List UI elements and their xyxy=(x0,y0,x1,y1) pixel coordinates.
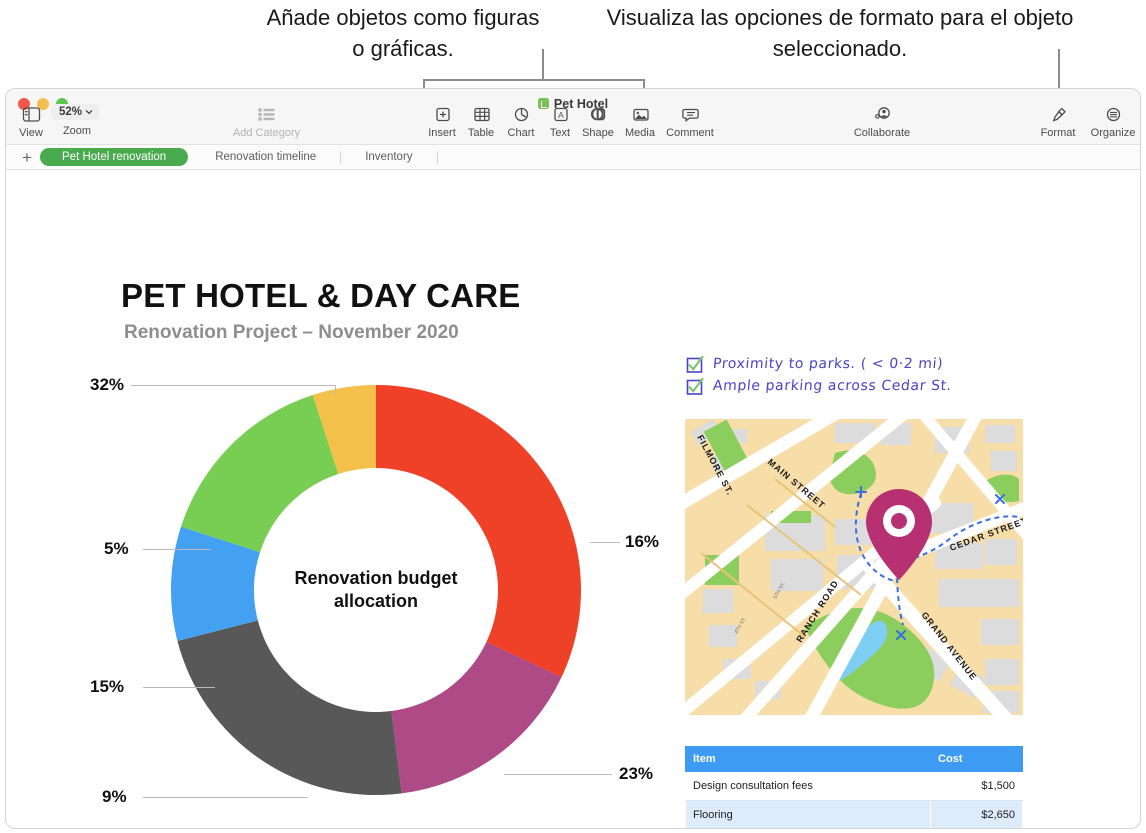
format-button[interactable]: Format xyxy=(1028,106,1088,139)
pct-label-15: 15% xyxy=(90,677,125,696)
donut-slice-cabinetry[interactable] xyxy=(376,385,581,678)
pct-leader-23 xyxy=(504,774,612,775)
organize-icon xyxy=(1081,106,1140,125)
spreadsheet-canvas[interactable]: PET HOTEL & DAY CARE Renovation Project … xyxy=(6,170,1140,828)
pct-leader-5 xyxy=(143,549,211,550)
screenshot-root: Añade objetos como figuras o gráficas. V… xyxy=(0,0,1146,833)
donut-slice-flooring[interactable] xyxy=(181,395,339,553)
paintbrush-icon xyxy=(1028,106,1088,125)
collaborate-label: Collaborate xyxy=(853,127,911,139)
map-image[interactable]: FILMORE ST. MAIN STREET CEDAR STREET RAN… xyxy=(685,419,1023,715)
tab-separator xyxy=(340,150,342,164)
callout-left-stem xyxy=(542,49,544,81)
donut-center-line1: Renovation budget xyxy=(294,568,458,588)
comment-icon xyxy=(660,106,720,125)
cell-item[interactable]: Flooring xyxy=(685,800,931,828)
donut-slice-labor[interactable] xyxy=(177,620,402,795)
collaborate-button[interactable]: Collaborate xyxy=(842,106,922,139)
cell-cost[interactable]: $2,650 xyxy=(930,800,1023,828)
svg-text:A: A xyxy=(558,110,564,120)
sheet-tab-renovation-timeline[interactable]: Renovation timeline xyxy=(193,148,338,166)
checklist-label: Ample parking across Cedar St. xyxy=(712,378,953,394)
callout-left-bracket xyxy=(423,79,645,81)
add-sheet-button[interactable]: + xyxy=(14,149,40,166)
zoom-label: Zoom xyxy=(62,125,92,137)
table-body: Design consultation fees $1,500 Flooring… xyxy=(685,771,1023,828)
cost-table[interactable]: Item Cost Design consultation fees $1,50… xyxy=(685,746,1023,828)
cell-item[interactable]: Design consultation fees xyxy=(685,771,931,801)
add-category-button[interactable]: Add Category xyxy=(224,106,309,139)
sheet-tab-pet-hotel-renovation[interactable]: Pet Hotel renovation xyxy=(40,148,189,166)
numbers-window: Pet Hotel View 52% Zoom Add Category Ins… xyxy=(5,88,1141,829)
pct-label-9: 9% xyxy=(102,787,127,806)
comment-button[interactable]: Comment xyxy=(660,106,720,139)
handwritten-checklist: Proximity to parks. ( < 0·2 mi) Ample pa… xyxy=(686,355,1036,400)
page-title: PET HOTEL & DAY CARE xyxy=(121,277,521,314)
pct-label-32: 32% xyxy=(90,375,125,394)
pct-leader-32-tick xyxy=(335,385,336,395)
format-label: Format xyxy=(1040,127,1076,139)
callout-left-text: Añade objetos como figuras o gráficas. xyxy=(266,5,540,61)
organize-label: Organize xyxy=(1090,127,1136,139)
column-header-item[interactable]: Item xyxy=(685,746,931,772)
pct-leader-15 xyxy=(143,687,215,688)
checklist-row: Proximity to parks. ( < 0·2 mi) xyxy=(686,355,1036,374)
donut-center-label: Renovation budget allocation xyxy=(271,567,481,613)
column-header-cost[interactable]: Cost xyxy=(930,746,1023,772)
add-category-icon xyxy=(224,106,309,125)
checklist-label: Proximity to parks. ( < 0·2 mi) xyxy=(712,356,944,372)
table-row[interactable]: Flooring $2,650 xyxy=(685,800,1023,828)
table-head: Item Cost xyxy=(685,746,1023,772)
checkbox-checked-icon xyxy=(686,355,704,374)
sheet-tab-inventory[interactable]: Inventory xyxy=(343,148,434,166)
page-subtitle: Renovation Project – November 2020 xyxy=(124,322,459,343)
window-titlebar: Pet Hotel View 52% Zoom Add Category Ins… xyxy=(6,89,1140,145)
tab-separator xyxy=(436,150,438,164)
pct-label-5: 5% xyxy=(104,539,129,558)
collaborate-icon xyxy=(842,106,922,125)
map-svg: FILMORE ST. MAIN STREET CEDAR STREET RAN… xyxy=(685,419,1023,715)
donut-chart[interactable]: Renovation budget allocation xyxy=(156,370,596,810)
comment-label: Comment xyxy=(666,127,714,139)
table-header-row: Item Cost xyxy=(685,746,1023,772)
callout-right-text: Visualiza las opciones de formato para e… xyxy=(606,5,1074,61)
pct-leader-32 xyxy=(131,385,336,386)
table-row[interactable]: Design consultation fees $1,500 xyxy=(685,771,1023,801)
cell-cost[interactable]: $1,500 xyxy=(930,771,1023,801)
pct-label-16: 16% xyxy=(625,532,660,551)
chevron-down-icon xyxy=(85,109,93,115)
sheet-tab-bar: + Pet Hotel renovation Renovation timeli… xyxy=(6,145,1140,170)
zoom-select[interactable]: 52% xyxy=(51,104,101,120)
donut-center-line2: allocation xyxy=(333,591,418,611)
zoom-value: 52% xyxy=(59,106,83,118)
checklist-row: Ample parking across Cedar St. xyxy=(686,377,1036,396)
checkbox-checked-icon xyxy=(686,377,704,396)
pct-label-23: 23% xyxy=(619,764,654,783)
pct-leader-9 xyxy=(143,797,308,798)
pct-leader-16 xyxy=(590,542,620,543)
organize-button[interactable]: Organize xyxy=(1081,106,1140,139)
add-category-label: Add Category xyxy=(232,127,301,139)
